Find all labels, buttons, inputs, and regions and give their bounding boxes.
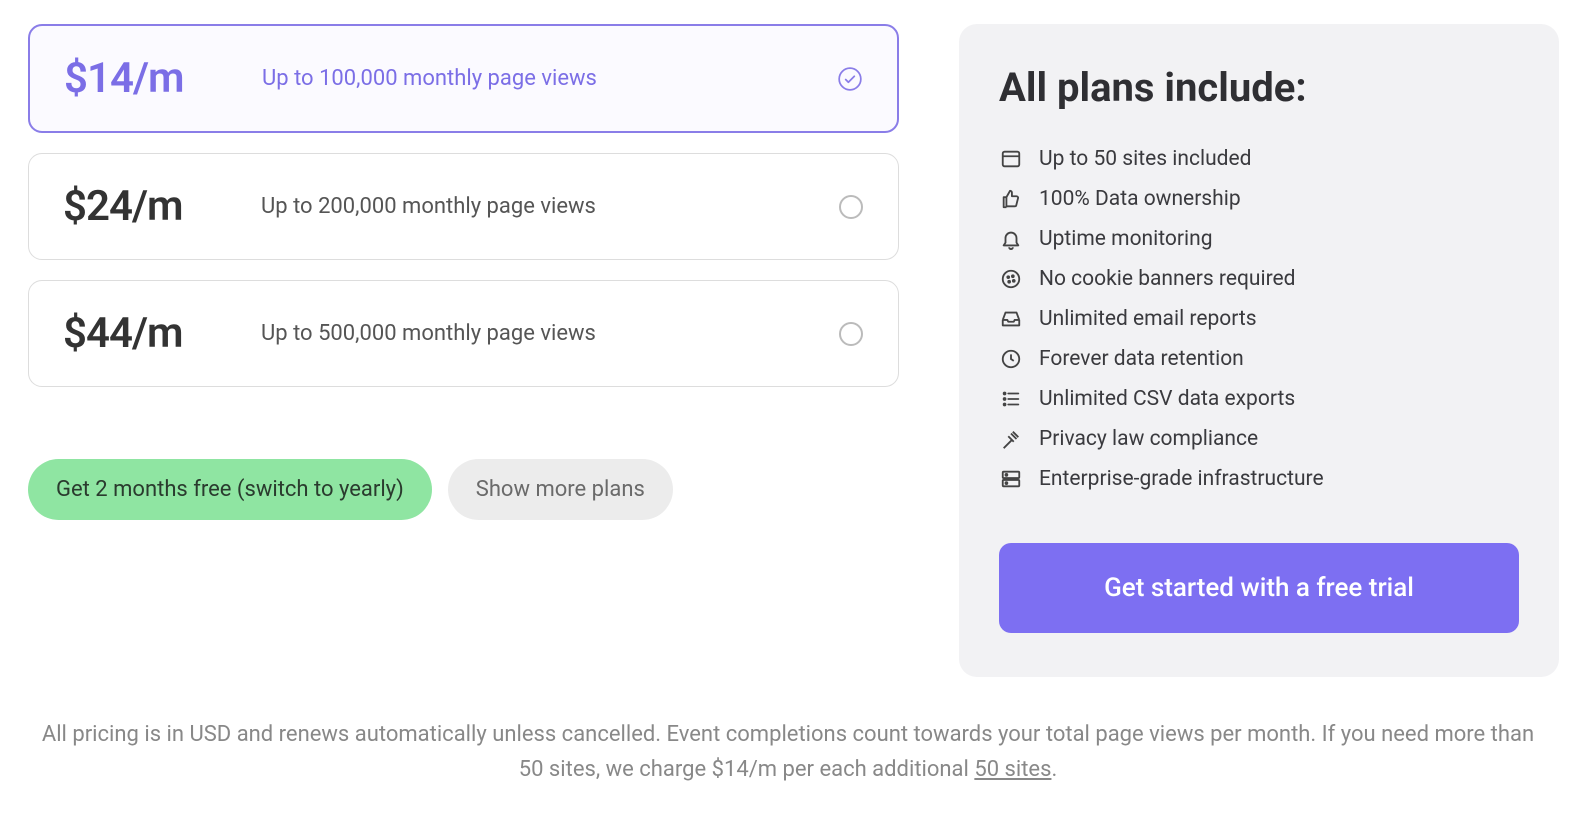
additional-sites-link[interactable]: 50 sites (974, 757, 1051, 782)
feature-label: 100% Data ownership (1039, 187, 1241, 211)
feature-item: Up to 50 sites included (999, 139, 1519, 179)
feature-item: Privacy law compliance (999, 419, 1519, 459)
plan-description: Up to 200,000 monthly page views (261, 194, 810, 219)
browser-icon (999, 147, 1023, 171)
plans-column: $14/m Up to 100,000 monthly page views $… (28, 24, 899, 520)
gavel-icon (999, 427, 1023, 451)
disclaimer-suffix: . (1051, 757, 1057, 782)
plan-card-0[interactable]: $14/m Up to 100,000 monthly page views (28, 24, 899, 133)
show-more-plans-button[interactable]: Show more plans (448, 459, 673, 520)
feature-label: Enterprise-grade infrastructure (1039, 467, 1324, 491)
thumbs-up-icon (999, 187, 1023, 211)
bell-icon (999, 227, 1023, 251)
switch-yearly-button[interactable]: Get 2 months free (switch to yearly) (28, 459, 432, 520)
feature-label: Privacy law compliance (1039, 427, 1258, 451)
free-trial-button[interactable]: Get started with a free trial (999, 543, 1519, 633)
feature-item: Unlimited email reports (999, 299, 1519, 339)
feature-label: Uptime monitoring (1039, 227, 1213, 251)
pricing-disclaimer: All pricing is in USD and renews automat… (28, 717, 1548, 787)
radio-unchecked-icon (838, 321, 864, 347)
feature-label: Forever data retention (1039, 347, 1244, 371)
plan-card-1[interactable]: $24/m Up to 200,000 monthly page views (28, 153, 899, 260)
radio-unchecked-icon (838, 194, 864, 220)
plan-card-2[interactable]: $44/m Up to 500,000 monthly page views (28, 280, 899, 387)
actions-row: Get 2 months free (switch to yearly) Sho… (28, 459, 899, 520)
includes-panel: All plans include: Up to 50 sites includ… (959, 24, 1559, 677)
feature-label: Unlimited CSV data exports (1039, 387, 1295, 411)
plan-price: $44/m (63, 309, 233, 358)
feature-label: Up to 50 sites included (1039, 147, 1251, 171)
plan-price: $24/m (63, 182, 233, 231)
feature-label: Unlimited email reports (1039, 307, 1257, 331)
feature-label: No cookie banners required (1039, 267, 1296, 291)
cookie-icon (999, 267, 1023, 291)
clock-icon (999, 347, 1023, 371)
includes-title: All plans include: (999, 64, 1519, 111)
inbox-icon (999, 307, 1023, 331)
pricing-container: $14/m Up to 100,000 monthly page views $… (28, 24, 1559, 677)
feature-item: Forever data retention (999, 339, 1519, 379)
list-icon (999, 387, 1023, 411)
feature-item: 100% Data ownership (999, 179, 1519, 219)
feature-item: No cookie banners required (999, 259, 1519, 299)
check-circle-icon (837, 66, 863, 92)
feature-list: Up to 50 sites included 100% Data owners… (999, 139, 1519, 499)
plan-description: Up to 100,000 monthly page views (262, 66, 809, 91)
plan-description: Up to 500,000 monthly page views (261, 321, 810, 346)
feature-item: Unlimited CSV data exports (999, 379, 1519, 419)
disclaimer-text: All pricing is in USD and renews automat… (42, 722, 1534, 782)
feature-item: Enterprise-grade infrastructure (999, 459, 1519, 499)
server-icon (999, 467, 1023, 491)
feature-item: Uptime monitoring (999, 219, 1519, 259)
plan-price: $14/m (64, 54, 234, 103)
